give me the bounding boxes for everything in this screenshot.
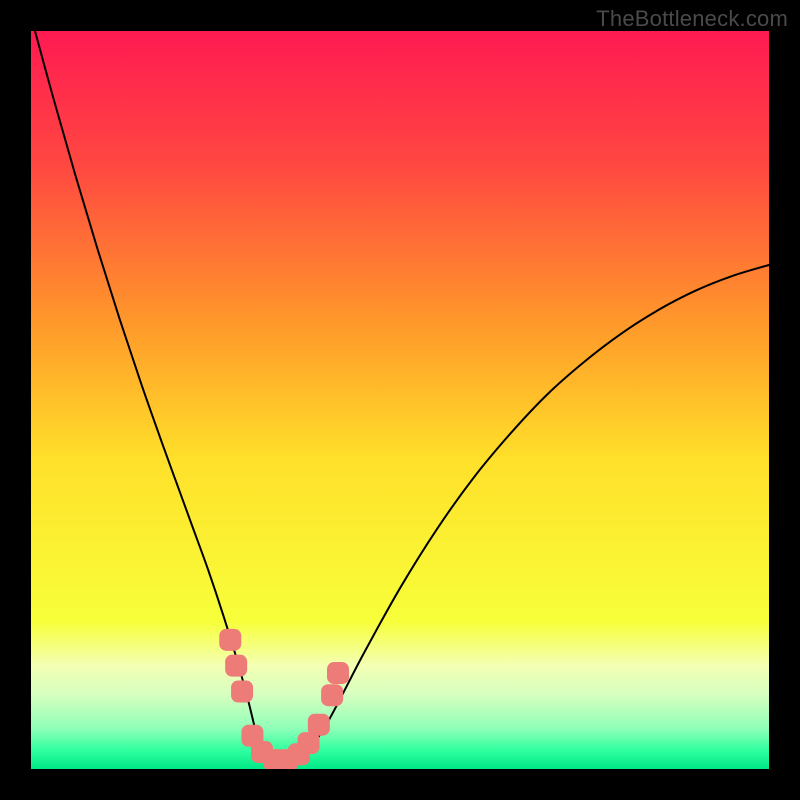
threshold-marker [231,681,253,703]
chart-background [31,31,769,769]
threshold-marker [321,684,343,706]
watermark-label: TheBottleneck.com [596,6,788,32]
chart-outer-frame: TheBottleneck.com [0,0,800,800]
chart-svg [31,31,769,769]
threshold-marker [327,662,349,684]
threshold-marker [308,714,330,736]
threshold-marker [219,629,241,651]
chart-plot-area [31,31,769,769]
threshold-marker [225,655,247,677]
